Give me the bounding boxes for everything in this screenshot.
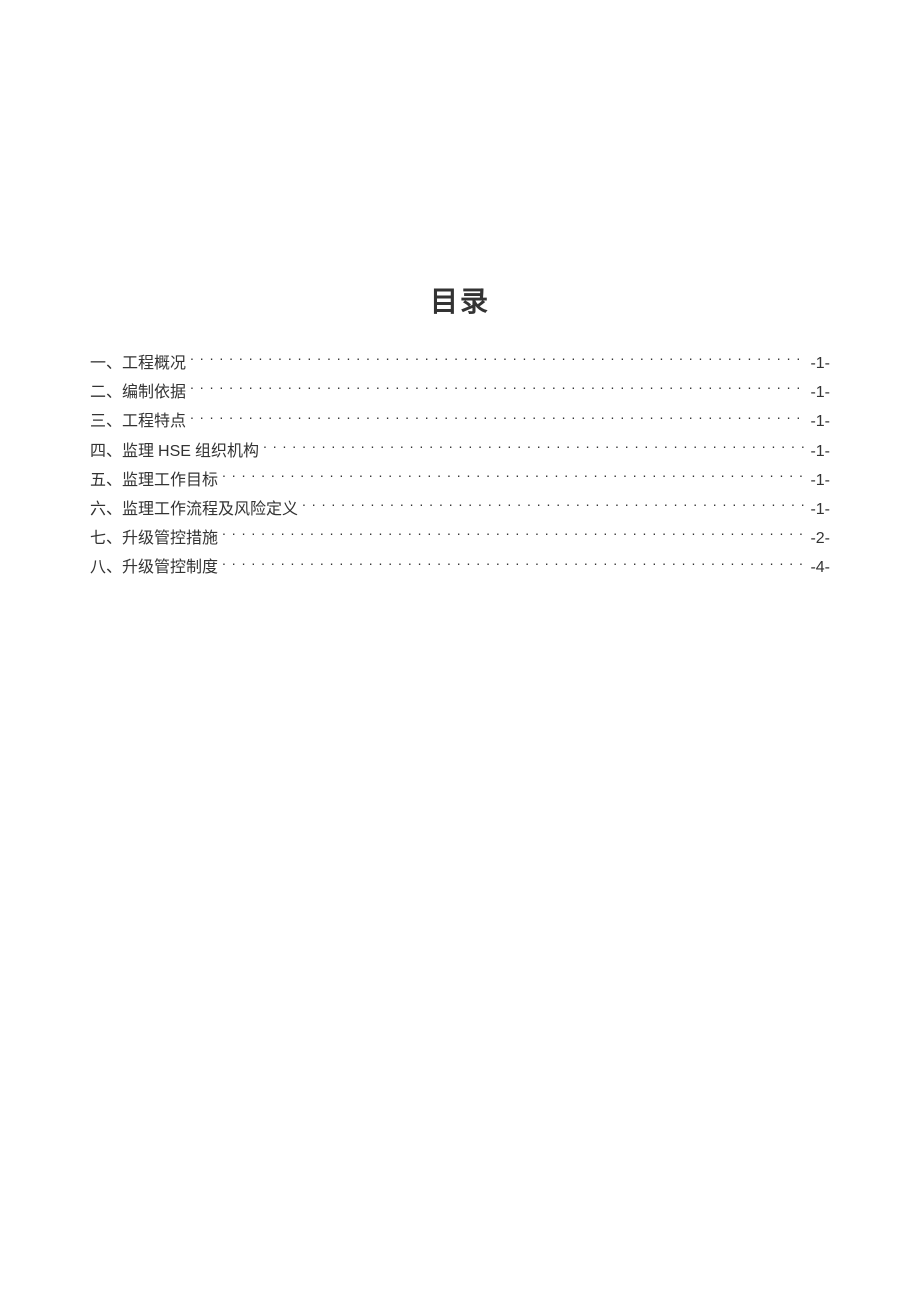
- toc-entry-label: 六、监理工作流程及风险定义: [90, 496, 298, 523]
- toc-row: 五、监理工作目标 -1-: [90, 467, 830, 494]
- toc-entry-page: -1-: [810, 438, 830, 465]
- toc-entry-text: 监理 HSE 组织机构: [122, 443, 259, 460]
- toc-entry-label: 四、监理 HSE 组织机构: [90, 438, 259, 465]
- toc-entry-label: 三、工程特点: [90, 408, 186, 435]
- toc-entry-page: -1-: [810, 467, 830, 494]
- toc-leader-dots: [222, 469, 806, 485]
- toc-entry-label: 五、监理工作目标: [90, 467, 218, 494]
- toc-entry-page: -1-: [810, 350, 830, 377]
- toc-leader-dots: [222, 527, 806, 543]
- toc-entry-label: 八、升级管控制度: [90, 554, 218, 581]
- toc-entry-page: -1-: [810, 496, 830, 523]
- toc-row: 四、监理 HSE 组织机构 -1-: [90, 438, 830, 465]
- toc-row: 七、升级管控措施 -2-: [90, 525, 830, 552]
- toc-leader-dots: [222, 556, 806, 572]
- toc-entry-label: 七、升级管控措施: [90, 525, 218, 552]
- toc-entry-label: 一、工程概况: [90, 350, 186, 377]
- toc-row: 三、工程特点 -1-: [90, 408, 830, 435]
- toc-entry-label: 二、编制依据: [90, 379, 186, 406]
- document-page: 目录 一、工程概况 -1- 二、编制依据 -1- 三、工程特点 -1- 四、监理…: [0, 0, 920, 582]
- toc-row: 二、编制依据 -1-: [90, 379, 830, 406]
- toc-leader-dots: [190, 381, 806, 397]
- toc-leader-dots: [190, 352, 806, 368]
- toc-list: 一、工程概况 -1- 二、编制依据 -1- 三、工程特点 -1- 四、监理 HS…: [90, 350, 830, 582]
- toc-entry-page: -4-: [810, 554, 830, 581]
- toc-entry-page: -1-: [810, 379, 830, 406]
- toc-row: 八、升级管控制度 -4-: [90, 554, 830, 581]
- toc-leader-dots: [263, 440, 806, 456]
- toc-entry-page: -2-: [810, 525, 830, 552]
- toc-row: 六、监理工作流程及风险定义 -1-: [90, 496, 830, 523]
- toc-entry-page: -1-: [810, 408, 830, 435]
- toc-leader-dots: [190, 410, 806, 426]
- toc-row: 一、工程概况 -1-: [90, 350, 830, 377]
- toc-leader-dots: [302, 498, 806, 514]
- toc-title: 目录: [90, 280, 830, 320]
